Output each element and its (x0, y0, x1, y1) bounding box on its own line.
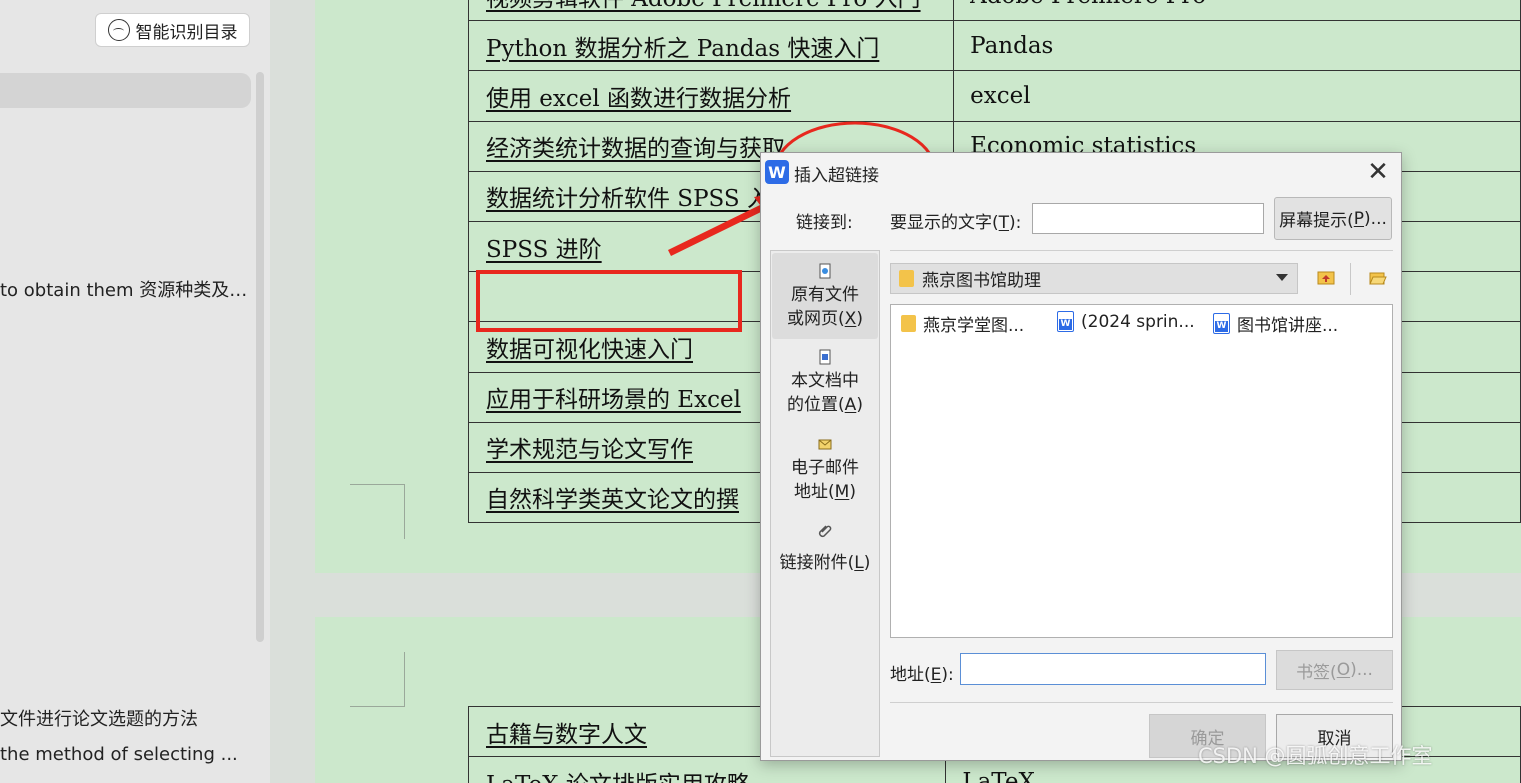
tab-label-line: 本文档中 (791, 371, 859, 391)
table-row: 使用 excel 函数进行数据分析 excel (467, 70, 1521, 122)
tab-label-line: 地址(M) (794, 482, 856, 502)
file-item-folder[interactable]: 燕京学堂图... (901, 311, 1024, 336)
nav-scrollbar[interactable] (256, 72, 264, 642)
tab-label-line: 链接附件(L) (779, 553, 871, 573)
screentip-button[interactable]: 屏幕提示(P)... (1274, 197, 1392, 240)
link-attachment-tab[interactable]: 链接附件(L) (772, 523, 878, 583)
course-title-link[interactable]: 经济类统计数据的查询与获取 (486, 136, 785, 162)
file-list: 燕京学堂图... (2024 sprin... 图书馆讲座... (890, 304, 1393, 638)
tab-label-line: 电子邮件 (791, 458, 859, 478)
file-name: 燕京学堂图... (923, 316, 1025, 336)
course-title-cell[interactable]: 使用 excel 函数进行数据分析 (467, 70, 955, 122)
open-folder-icon[interactable] (1369, 269, 1387, 285)
watermark: CSDN @圆弧创意工作室 (1198, 744, 1433, 768)
folder-name: 燕京图书馆助理 (922, 271, 1041, 291)
dialog-title: 插入超链接 (794, 166, 879, 186)
page-corner-mark (350, 652, 405, 707)
wps-writer-icon: W (765, 160, 789, 184)
address-input[interactable] (960, 653, 1266, 685)
divider (890, 250, 1393, 251)
course-title-link[interactable]: SPSS 进阶 (486, 237, 602, 263)
link-type-panel: 原有文件 或网页(X) 本文档中 的位置(A) 电子邮件 地址(M) 链接附件(… (770, 250, 880, 757)
course-title-link[interactable]: Python 数据分析之 Pandas 快速入门 (486, 36, 879, 62)
course-tool-cell: Adobe Premiere Pro (953, 0, 1521, 22)
file-item-word[interactable]: 图书馆讲座... (1213, 311, 1338, 336)
divider (890, 702, 1393, 703)
address-label: 地址(E): (890, 665, 954, 685)
up-folder-icon[interactable] (1317, 269, 1335, 285)
folder-icon (901, 315, 916, 332)
course-tool-cell: excel (953, 70, 1521, 122)
course-title-link[interactable]: 数据统计分析软件 SPSS 入门 (486, 186, 793, 212)
tab-label-line: 或网页(X) (787, 309, 863, 329)
navigation-pane: 智能识别目录 to obtain them 资源种类及 ... 文件进行论文选题… (0, 0, 270, 783)
tab-label-line: 的位置(A) (787, 395, 863, 415)
file-name: 图书馆讲座... (1237, 316, 1339, 336)
chevron-down-icon[interactable] (1276, 274, 1288, 281)
course-title-link[interactable]: 使用 excel 函数进行数据分析 (486, 86, 791, 112)
word-document-icon (1057, 311, 1074, 332)
course-title-cell[interactable]: 视频剪辑软件 Adobe Premiere Pro 入门 (467, 0, 955, 22)
word-document-icon (1213, 313, 1230, 334)
insert-hyperlink-dialog: W 插入超链接 ✕ 链接到: 要显示的文字(T): 屏幕提示(P)... 原有文… (760, 152, 1402, 761)
bookmark-button[interactable]: 书签(O)... (1276, 650, 1393, 690)
course-title-link[interactable]: 数据可视化快速入门 (486, 337, 693, 363)
link-existing-file-tab[interactable]: 原有文件 或网页(X) (772, 253, 878, 339)
gauge-icon (107, 19, 130, 41)
nav-item-selected[interactable] (0, 73, 251, 108)
display-text-label: 要显示的文字(T): (890, 213, 1022, 233)
document-position-icon (819, 349, 831, 365)
nav-item[interactable]: 文件进行论文选题的方法 (0, 705, 250, 731)
link-email-tab[interactable]: 电子邮件 地址(M) (772, 436, 878, 516)
tab-label-line: 原有文件 (791, 285, 859, 305)
nav-item[interactable]: to obtain them 资源种类及 ... (0, 276, 250, 302)
course-title-link[interactable]: 视频剪辑软件 Adobe Premiere Pro 入门 (486, 0, 921, 12)
email-icon (818, 439, 832, 450)
file-name: (2024 sprin... (1081, 311, 1195, 332)
course-tool-cell: Pandas (953, 20, 1521, 72)
smart-toc-button[interactable]: 智能识别目录 (95, 13, 250, 47)
paperclip-icon (818, 525, 832, 538)
nav-item[interactable]: the method of selecting ... (0, 744, 250, 765)
course-title-link[interactable]: 学术规范与论文写作 (486, 437, 693, 463)
table-row: Python 数据分析之 Pandas 快速入门 Pandas (467, 20, 1521, 72)
folder-dropdown[interactable]: 燕京图书馆助理 (890, 263, 1298, 294)
toolbar-separator (1350, 263, 1351, 295)
link-to-label: 链接到: (796, 213, 853, 233)
course-title-link[interactable]: LaTeX 论文排版实用攻略 (486, 772, 750, 783)
course-title-link[interactable]: 自然科学类英文论文的撰 (486, 487, 739, 513)
link-document-position-tab[interactable]: 本文档中 的位置(A) (772, 349, 878, 429)
page-corner-mark (350, 484, 405, 539)
display-text-input[interactable] (1032, 203, 1264, 234)
course-title-cell[interactable]: Python 数据分析之 Pandas 快速入门 (467, 20, 955, 72)
smart-toc-label: 智能识别目录 (135, 22, 238, 43)
course-title-link[interactable]: 应用于科研场景的 Excel (486, 387, 741, 413)
folder-icon (899, 270, 914, 287)
table-row: 视频剪辑软件 Adobe Premiere Pro 入门 Adobe Premie… (467, 0, 1521, 22)
file-item-word[interactable]: (2024 sprin... (1057, 311, 1195, 332)
close-icon[interactable]: ✕ (1361, 156, 1395, 188)
file-web-icon (819, 263, 831, 279)
course-title-link[interactable]: 古籍与数字人文 (486, 722, 647, 748)
tab-spacer (772, 543, 878, 551)
